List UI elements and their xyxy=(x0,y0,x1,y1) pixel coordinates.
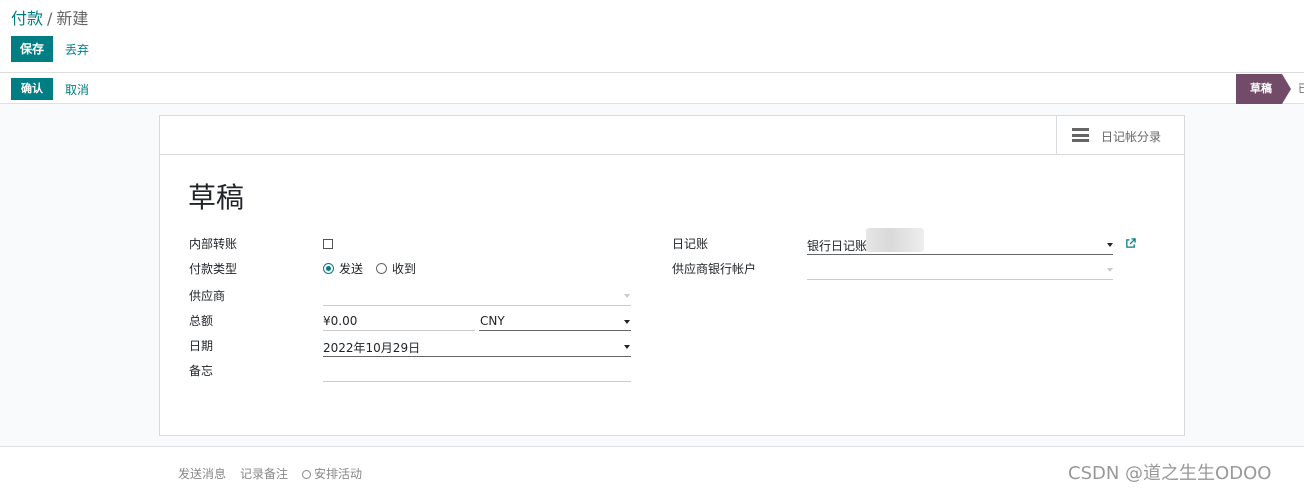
cancel-button[interactable]: 取消 xyxy=(65,81,89,98)
schedule-activity-button[interactable]: 安排活动 xyxy=(302,467,362,481)
amount-label: 总额 xyxy=(189,314,214,328)
chevron-down-icon xyxy=(1107,243,1113,247)
breadcrumb-current: 新建 xyxy=(56,9,89,28)
watermark: CSDN @道之生生ODOO xyxy=(1068,463,1272,484)
redacted-blur xyxy=(866,228,924,252)
chevron-down-icon xyxy=(624,320,630,324)
chatter-topbar: 发送消息 记录备注 安排活动 xyxy=(178,465,376,482)
page-title: 草稿 xyxy=(188,181,245,214)
stage-draft[interactable]: 草稿 xyxy=(1236,74,1282,104)
button-box: 日记帐分录 xyxy=(160,116,1184,155)
list-icon xyxy=(1072,128,1089,142)
bank-account-underline xyxy=(807,279,1113,280)
journal-select[interactable]: 银行日记账 xyxy=(807,237,867,254)
date-label: 日期 xyxy=(189,339,214,353)
confirm-button[interactable]: 确认 xyxy=(11,78,53,100)
bank-account-label: 供应商银行帐户 xyxy=(672,262,757,276)
internal-transfer-label: 内部转账 xyxy=(189,237,238,251)
memo-label: 备忘 xyxy=(189,364,214,378)
amount-input[interactable]: ¥0.00 xyxy=(323,314,357,328)
schedule-activity-label: 安排活动 xyxy=(314,467,363,481)
journal-entries-button[interactable]: 日记帐分录 xyxy=(1056,116,1184,155)
control-panel: 付款 / 新建 保存 丢弃 确认 取消 草稿 已 xyxy=(0,0,1304,104)
memo-underline xyxy=(323,381,631,382)
log-note-button[interactable]: 记录备注 xyxy=(240,467,288,481)
currency-underline xyxy=(479,330,631,331)
partner-underline xyxy=(323,305,631,306)
breadcrumb-parent-link[interactable]: 付款 xyxy=(11,9,43,28)
payment-type-receive-label[interactable]: 收到 xyxy=(392,260,416,277)
amount-underline xyxy=(323,330,475,331)
chevron-down-icon xyxy=(624,345,630,349)
payment-type-send-radio[interactable] xyxy=(323,263,334,274)
breadcrumb-separator: / xyxy=(47,9,53,28)
journal-label: 日记账 xyxy=(672,237,709,251)
payment-type-send-label[interactable]: 发送 xyxy=(339,260,363,277)
date-underline xyxy=(323,356,631,357)
payment-type-label: 付款类型 xyxy=(189,262,238,276)
stage-arrow xyxy=(1282,74,1291,104)
chevron-down-icon xyxy=(1107,268,1113,272)
breadcrumb: 付款 / 新建 xyxy=(11,5,88,29)
statusbar: 确认 取消 草稿 已 xyxy=(0,72,1304,104)
discard-button[interactable]: 丢弃 xyxy=(65,41,89,58)
send-message-button[interactable]: 发送消息 xyxy=(178,467,226,481)
currency-select[interactable]: CNY xyxy=(480,314,505,328)
date-input[interactable]: 2022年10月29日 xyxy=(323,339,420,356)
chevron-down-icon xyxy=(624,294,630,298)
save-button[interactable]: 保存 xyxy=(11,36,53,62)
external-link-icon[interactable] xyxy=(1125,238,1136,249)
internal-transfer-checkbox[interactable] xyxy=(323,239,333,249)
partner-label: 供应商 xyxy=(189,289,226,303)
journal-underline xyxy=(807,254,1113,255)
clock-icon xyxy=(302,470,312,479)
journal-entries-label: 日记帐分录 xyxy=(1101,130,1162,144)
stage-next[interactable]: 已 xyxy=(1298,74,1304,104)
payment-type-receive-radio[interactable] xyxy=(376,263,387,274)
